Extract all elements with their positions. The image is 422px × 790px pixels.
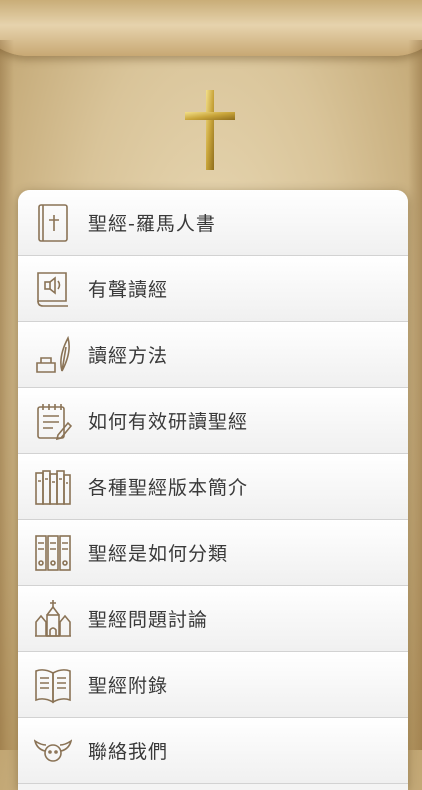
menu-item-label: 聖經附錄 (88, 675, 169, 697)
open-book-icon (34, 665, 72, 705)
menu-item-label: 聯絡我們 (88, 741, 169, 763)
winged-face-icon (34, 731, 72, 771)
notepad-pencil-icon (34, 401, 72, 441)
parchment-edge-left (0, 40, 14, 750)
menu-item-contact-us[interactable]: 聯絡我們 (18, 718, 408, 784)
menu-item-romans[interactable]: 聖經-羅馬人書 (18, 190, 408, 256)
binders-icon (34, 533, 72, 573)
audio-book-icon (34, 269, 72, 309)
menu-item-label: 聖經是如何分類 (88, 543, 229, 565)
church-icon (34, 599, 72, 639)
bible-cross-icon (34, 203, 72, 243)
menu-item-effective-study[interactable]: 如何有效研讀聖經 (18, 388, 408, 454)
scroll-top-roll (0, 0, 422, 56)
menu-item-bible-classification[interactable]: 聖經是如何分類 (18, 520, 408, 586)
menu-item-audio-bible[interactable]: 有聲讀經 (18, 256, 408, 322)
bookshelf-icon (34, 467, 72, 507)
menu-item-label: 有聲讀經 (88, 279, 169, 301)
menu-item-bible-discussion[interactable]: 聖經問題討論 (18, 586, 408, 652)
menu-item-label: 讀經方法 (88, 345, 169, 367)
menu-item-label: 如何有效研讀聖經 (88, 411, 249, 433)
menu-item-reading-method[interactable]: 讀經方法 (18, 322, 408, 388)
menu-item-label: 聖經問題討論 (88, 609, 209, 631)
menu-item-bible-versions[interactable]: 各種聖經版本簡介 (18, 454, 408, 520)
menu-item-label: 各種聖經版本簡介 (88, 477, 249, 499)
ink-quill-icon (34, 335, 72, 375)
parchment-edge-right (408, 40, 422, 750)
golden-cross-icon (185, 90, 235, 170)
main-menu: 聖經-羅馬人書 有聲讀經 讀經方法 如何有效研讀聖經 各種聖經版本簡介 聖經是如… (18, 190, 408, 790)
menu-item-label: 聖經-羅馬人書 (88, 213, 216, 235)
menu-item-appendix[interactable]: 聖經附錄 (18, 652, 408, 718)
